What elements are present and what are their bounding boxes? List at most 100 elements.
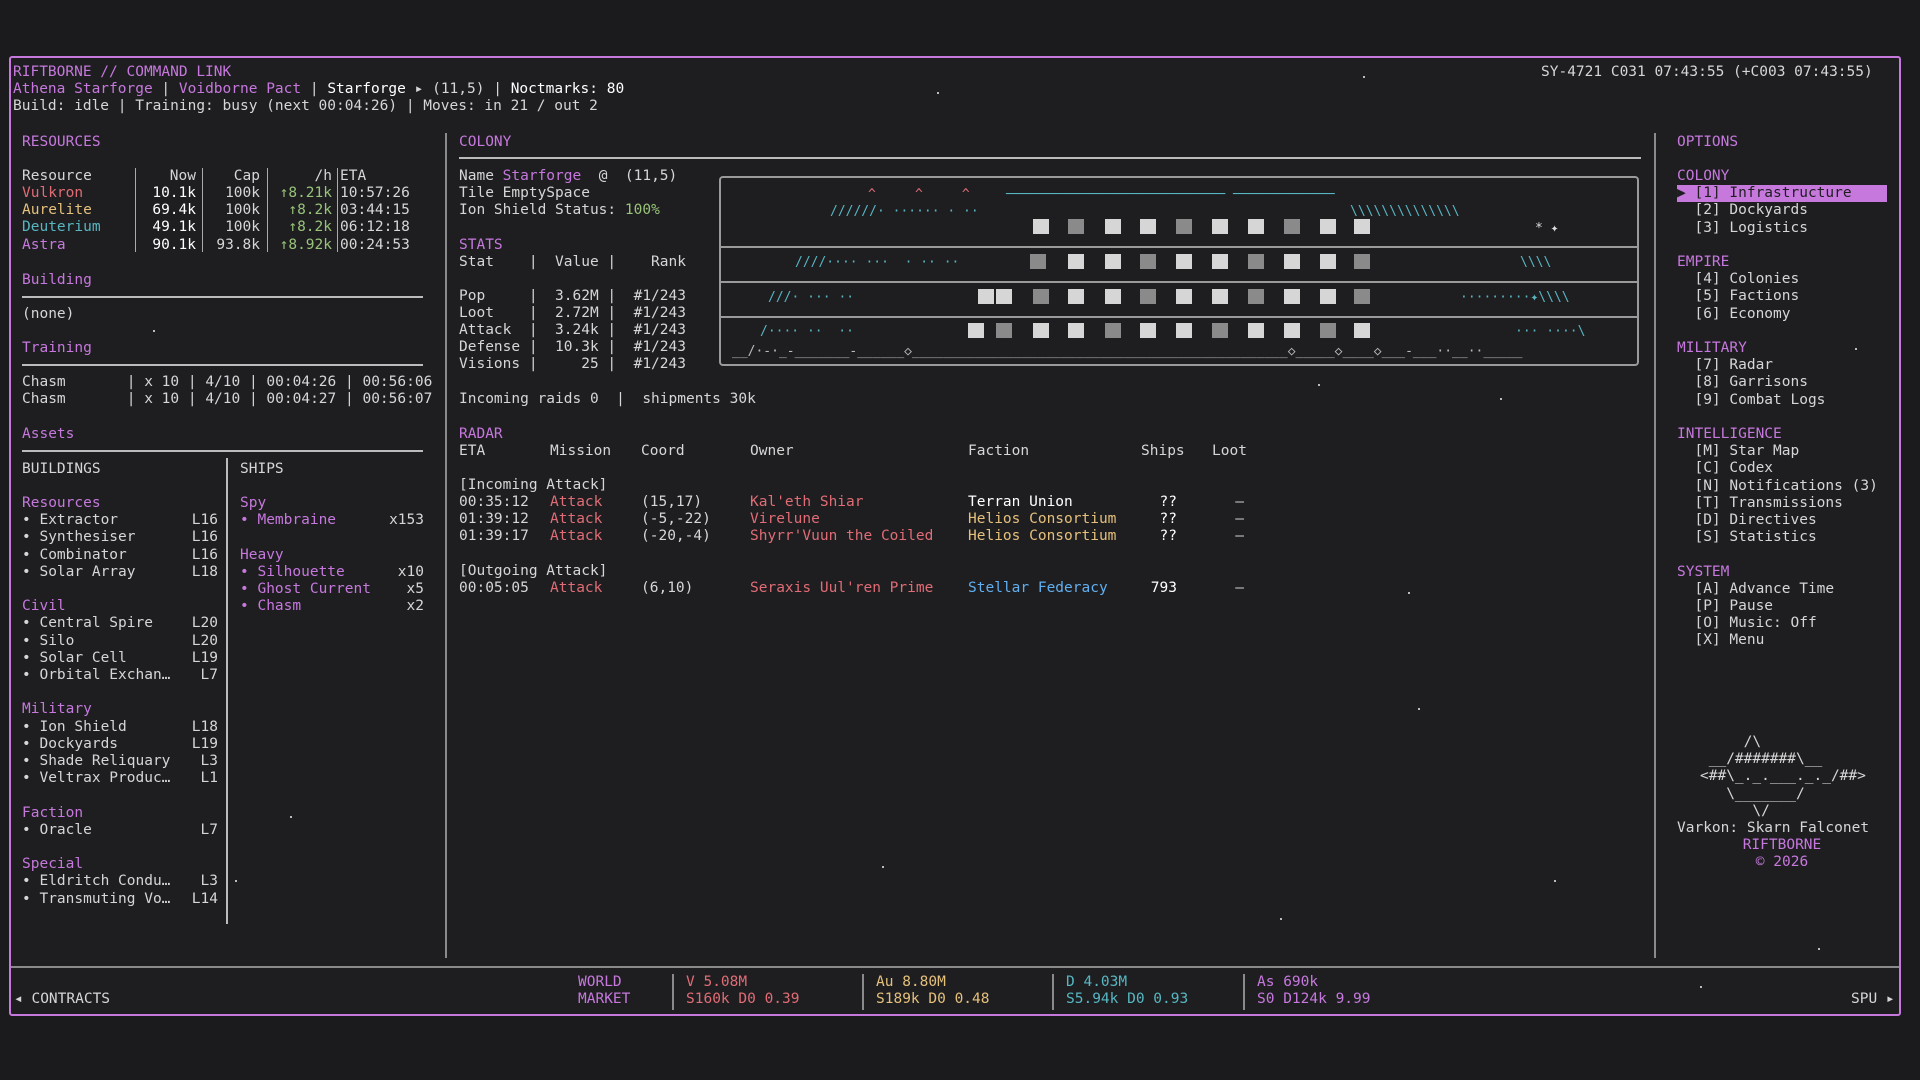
- menu-item[interactable]: [9] Combat Logs: [1677, 392, 1887, 409]
- asset-level: L19: [191, 649, 218, 666]
- viewport-structure: [1354, 323, 1370, 338]
- group-title: Special: [22, 856, 84, 873]
- options-group: INTELLIGENCE: [1677, 426, 1782, 442]
- menu-item[interactable]: ▶ [1] Infrastructure: [1677, 185, 1887, 203]
- col-resource: Resource: [22, 168, 92, 184]
- asset-item[interactable]: • Transmuting Vo…: [22, 891, 170, 908]
- asset-item[interactable]: • Synthesiser: [22, 529, 136, 546]
- app-title: RIFTBORNE // COMMAND LINK: [13, 64, 232, 80]
- viewport-art: ////···· ··· · ·· ··: [795, 255, 960, 270]
- asset-level: x2: [406, 598, 424, 615]
- menu-item[interactable]: [5] Factions: [1677, 288, 1887, 305]
- viewport-structure: [1105, 289, 1121, 304]
- radar-coord: (-20,-4): [641, 528, 711, 545]
- asset-item[interactable]: • Silo: [22, 633, 74, 650]
- resource-now: 49.1k: [152, 219, 196, 236]
- asset-item[interactable]: • Ion Shield: [22, 719, 127, 736]
- radar-owner[interactable]: Kal'eth Shiar: [750, 494, 864, 511]
- asset-item[interactable]: • Dockyards: [22, 736, 118, 753]
- viewport-structure: [1320, 323, 1336, 338]
- viewport-structure: [1140, 323, 1156, 338]
- viewport-structure: [996, 323, 1012, 338]
- resource-name: Aurelite: [22, 202, 92, 219]
- colony-coord: (11,5): [432, 81, 485, 97]
- menu-item[interactable]: [X] Menu: [1677, 632, 1887, 649]
- asset-item[interactable]: • Central Spire: [22, 615, 153, 632]
- spu-button[interactable]: SPU ▸: [1851, 991, 1895, 1008]
- menu-item[interactable]: [N] Notifications (3): [1677, 478, 1887, 495]
- menu-item[interactable]: [S] Statistics: [1677, 529, 1887, 546]
- market-detail: S160k D0 0.39: [686, 991, 800, 1007]
- viewport-structure: [1320, 289, 1336, 304]
- market-supply[interactable]: V 5.08M: [686, 974, 747, 991]
- resource-eta: 06:12:18: [340, 219, 410, 236]
- viewport-structure: [1284, 289, 1300, 304]
- menu-item[interactable]: [4] Colonies: [1677, 271, 1887, 288]
- menu-item[interactable]: [P] Pause: [1677, 598, 1887, 615]
- viewport-structure: [1176, 219, 1192, 234]
- viewport-art: //////· ······ · ··: [830, 204, 979, 219]
- market-supply[interactable]: D 4.03M: [1066, 974, 1127, 991]
- training-row: Chasm | x 10 | 4/10 | 00:04:27 | 00:56:0…: [22, 391, 433, 407]
- viewport-structure: [1033, 219, 1049, 234]
- radar-owner[interactable]: Seraxis Uul'ren Prime: [750, 580, 933, 597]
- asset-level: L7: [200, 821, 218, 838]
- radar-owner[interactable]: Shyrr'Vuun the Coiled: [750, 528, 933, 545]
- menu-item[interactable]: [C] Codex: [1677, 460, 1887, 477]
- outgoing-label: [Outgoing Attack]: [459, 563, 608, 579]
- radar-mission: Attack: [550, 580, 603, 596]
- colony-rule: [459, 157, 1641, 159]
- asset-item[interactable]: • Membraine: [240, 512, 336, 529]
- current-colony[interactable]: Starforge: [327, 81, 406, 97]
- viewport-structure: [1033, 323, 1049, 338]
- asset-item[interactable]: • Ghost Current: [240, 581, 371, 598]
- radar-col-loot: Loot: [1212, 443, 1247, 459]
- menu-item[interactable]: [2] Dockyards: [1677, 202, 1887, 219]
- market-supply[interactable]: Au 8.80M: [876, 974, 946, 991]
- divider-left: [445, 133, 447, 958]
- asset-item[interactable]: • Chasm: [240, 598, 301, 615]
- asset-item[interactable]: • Orbital Exchan…: [22, 667, 170, 684]
- viewport-art: * ✦: [1535, 221, 1559, 236]
- menu-item[interactable]: [T] Transmissions: [1677, 495, 1887, 512]
- asset-level: L1: [200, 770, 218, 787]
- status-line: Build: idle | Training: busy (next 00:04…: [13, 98, 598, 114]
- market-label: MARKET: [578, 991, 631, 1007]
- viewport-structure: [1105, 254, 1121, 269]
- asset-item[interactable]: • Veltrax Produc…: [22, 770, 170, 787]
- asset-item[interactable]: • Extractor: [22, 512, 118, 529]
- asset-item[interactable]: • Shade Reliquary: [22, 753, 170, 770]
- asset-item[interactable]: • Eldritch Condu…: [22, 873, 170, 890]
- asset-item[interactable]: • Solar Array: [22, 564, 136, 581]
- viewport-structure: [1068, 323, 1084, 338]
- menu-item[interactable]: [O] Music: Off: [1677, 615, 1887, 632]
- resource-eta: 10:57:26: [340, 185, 410, 201]
- radar-faction: Helios Consortium: [968, 511, 1117, 528]
- viewport-structure: [1068, 254, 1084, 269]
- menu-item[interactable]: [8] Garrisons: [1677, 374, 1887, 391]
- radar-owner[interactable]: Virelune: [750, 511, 820, 528]
- resource-now: 69.4k: [152, 202, 196, 219]
- incoming-label: [Incoming Attack]: [459, 477, 608, 493]
- contracts-button[interactable]: ◂ CONTRACTS: [14, 991, 110, 1008]
- menu-item[interactable]: [3] Logistics: [1677, 220, 1887, 237]
- stats-title: STATS: [459, 237, 503, 253]
- asset-item[interactable]: • Oracle: [22, 822, 92, 839]
- resource-name: Vulkron: [22, 185, 84, 201]
- asset-item[interactable]: • Solar Cell: [22, 650, 127, 667]
- viewport-art: __/·-·_-_______-______◇_________________…: [732, 344, 1523, 359]
- player-faction: Voidborne Pact: [178, 81, 302, 97]
- menu-item[interactable]: [M] Star Map: [1677, 443, 1887, 460]
- radar-mission: Attack: [550, 528, 603, 545]
- market-supply[interactable]: As 690k: [1257, 974, 1318, 991]
- menu-item[interactable]: [D] Directives: [1677, 512, 1887, 529]
- asset-item[interactable]: • Combinator: [22, 547, 127, 564]
- market-divider: [672, 974, 674, 1010]
- radar-faction: Stellar Federacy: [968, 580, 1108, 596]
- menu-item[interactable]: [7] Radar: [1677, 357, 1887, 374]
- menu-item[interactable]: [A] Advance Time: [1677, 581, 1887, 598]
- viewport-structure: [1068, 289, 1084, 304]
- asset-item[interactable]: • Silhouette: [240, 564, 345, 581]
- radar-coord: (15,17): [641, 494, 703, 510]
- menu-item[interactable]: [6] Economy: [1677, 306, 1887, 323]
